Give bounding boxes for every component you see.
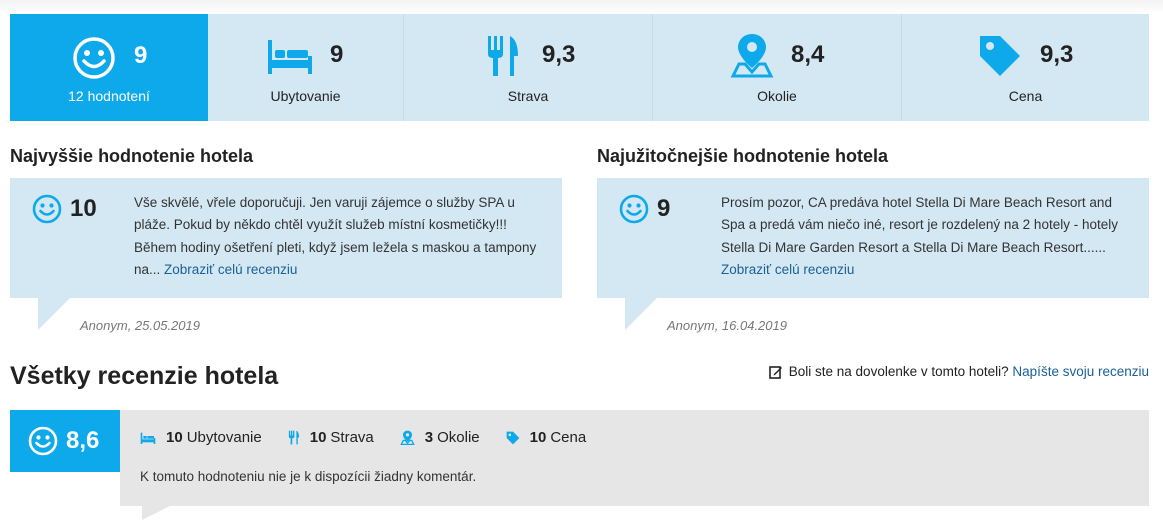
review-cat-cena: 10 Cena xyxy=(506,429,587,446)
score-label: Ubytovanie xyxy=(270,88,341,104)
bed-icon xyxy=(140,432,156,444)
score-label: Cena xyxy=(1008,88,1043,104)
price-tag-icon xyxy=(506,431,520,444)
cat-value: 10 xyxy=(309,429,327,446)
price-tag-icon xyxy=(980,36,1020,76)
most-useful-review-heading: Najužitočnejšie hodnotenie hotela xyxy=(597,146,889,166)
speech-tail xyxy=(142,506,170,520)
score-tile-strava: 9,3 Strava xyxy=(404,14,653,121)
review-cat-strava: 10 Strava xyxy=(288,429,374,446)
all-reviews-heading: Všetky recenzie hotela xyxy=(10,362,279,390)
score-label: Okolie xyxy=(757,88,797,104)
smiley-icon xyxy=(73,37,115,79)
write-review-prompt: Boli ste na dovolenke v tomto hoteli? Na… xyxy=(768,364,1149,379)
cat-label: Ubytovanie xyxy=(186,429,262,446)
score-tile-ubytovanie: 9 Ubytovanie xyxy=(208,14,404,121)
smiley-icon xyxy=(32,194,62,224)
review-author-date: Anonym, 25.05.2019 xyxy=(80,318,200,333)
cat-value: 10 xyxy=(529,429,547,446)
review-overall-score: 8,6 xyxy=(10,410,120,472)
fork-knife-icon xyxy=(488,36,518,76)
smiley-icon xyxy=(619,194,649,224)
speech-tail xyxy=(38,298,70,330)
write-review-question: Boli ste na dovolenke v tomto hoteli? xyxy=(788,364,1009,379)
score-tile-cena: 9,3 Cena xyxy=(902,14,1149,121)
review-item: 10 Ubytovanie 10 Strava 3 Okolie 10 Cena… xyxy=(120,410,1149,506)
map-pin-icon xyxy=(730,34,774,78)
review-excerpt: Prosím pozor, CA predáva hotel Stella Di… xyxy=(721,192,1129,281)
review-author-date: Anonym, 16.04.2019 xyxy=(667,318,787,333)
cat-label: Okolie xyxy=(437,429,480,446)
overall-score-value: 9 xyxy=(134,42,148,69)
write-review-link[interactable]: Napíšte svoju recenziu xyxy=(1012,364,1149,379)
most-useful-review-score: 9 xyxy=(619,194,670,224)
show-full-review-link[interactable]: Zobraziť celú recenziu xyxy=(164,262,297,277)
review-comment: K tomuto hodnoteniu nie je k dispozícii … xyxy=(140,469,477,484)
cat-value: 3 xyxy=(424,429,434,446)
smiley-icon xyxy=(28,426,58,456)
score-value: 8,4 xyxy=(791,41,825,68)
bed-icon xyxy=(268,40,312,74)
score-label: Strava xyxy=(507,88,549,104)
score-value: 9,3 xyxy=(542,41,576,68)
review-score-value: 8,6 xyxy=(66,427,100,454)
top-shadow xyxy=(0,0,1163,14)
review-excerpt: Vše skvělé, vřele doporučuji. Jen varuji… xyxy=(134,192,542,281)
cat-value: 10 xyxy=(166,429,183,446)
highest-review-heading: Najvyššie hodnotenie hotela xyxy=(10,146,254,166)
cat-label: Cena xyxy=(550,429,587,446)
edit-icon xyxy=(768,365,782,379)
review-cat-ubytovanie: 10 Ubytovanie xyxy=(140,429,262,446)
score-summary-bar: 9 12 hodnotení 9 Ubytovanie 9,3 Strava 8… xyxy=(10,14,1149,121)
review-category-scores: 10 Ubytovanie 10 Strava 3 Okolie 10 Cena xyxy=(140,429,612,446)
map-pin-icon xyxy=(400,430,415,445)
score-value: 9,3 xyxy=(1040,41,1074,68)
speech-tail xyxy=(625,298,657,330)
show-full-review-link[interactable]: Zobraziť celú recenziu xyxy=(721,262,854,277)
fork-knife-icon xyxy=(288,430,299,445)
review-score-value: 10 xyxy=(70,195,97,222)
review-score-value: 9 xyxy=(657,195,671,222)
overall-score-tile: 9 12 hodnotení xyxy=(10,14,208,121)
review-text: Prosím pozor, CA predáva hotel Stella Di… xyxy=(721,195,1118,255)
review-count-label: 12 hodnotení xyxy=(68,88,150,104)
score-tile-okolie: 8,4 Okolie xyxy=(653,14,902,121)
most-useful-review-card: 9 Prosím pozor, CA predáva hotel Stella … xyxy=(597,178,1149,330)
score-value: 9 xyxy=(330,41,344,68)
highest-review-card: 10 Vše skvělé, vřele doporučuji. Jen var… xyxy=(10,178,562,330)
highest-review-score: 10 xyxy=(32,194,97,224)
cat-label: Strava xyxy=(330,429,374,446)
review-cat-okolie: 3 Okolie xyxy=(400,429,480,446)
